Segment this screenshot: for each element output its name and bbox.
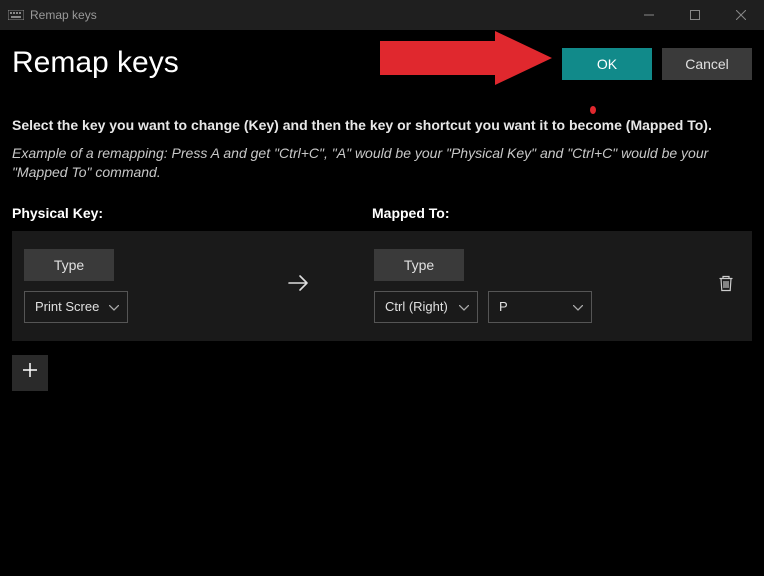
arrow-right-icon (288, 274, 310, 297)
chevron-down-icon (109, 299, 119, 314)
add-row-button[interactable] (12, 355, 48, 391)
app-icon (8, 9, 24, 21)
plus-icon (22, 362, 38, 383)
titlebar-title: Remap keys (30, 8, 97, 22)
titlebar-controls (626, 0, 764, 30)
mapping-row: Type Print Scree Type Ctrl (Right) (12, 231, 752, 341)
physical-key-select[interactable]: Print Scree (24, 291, 128, 323)
type-physical-button[interactable]: Type (24, 249, 114, 281)
mapped-key-select[interactable]: P (488, 291, 592, 323)
ok-button[interactable]: OK (562, 48, 652, 80)
physical-key-value: Print Scree (35, 299, 99, 314)
page-title: Remap keys (12, 40, 179, 80)
header-buttons: OK Cancel (562, 40, 752, 80)
mapped-to-column: Type Ctrl (Right) P (374, 249, 592, 323)
physical-key-column: Type Print Scree (24, 249, 224, 323)
type-mapped-button[interactable]: Type (374, 249, 464, 281)
cancel-button[interactable]: Cancel (662, 48, 752, 80)
column-headers: Physical Key: Mapped To: (12, 205, 752, 221)
chevron-down-icon (573, 299, 583, 314)
delete-row-button[interactable] (718, 274, 734, 297)
maximize-button[interactable] (672, 0, 718, 30)
mapped-select-row: Ctrl (Right) P (374, 291, 592, 323)
arrow-column (224, 274, 374, 297)
titlebar-left: Remap keys (8, 8, 97, 22)
minimize-button[interactable] (626, 0, 672, 30)
content-area: Remap keys OK Cancel Select the key you … (0, 30, 764, 403)
instruction-text: Select the key you want to change (Key) … (12, 116, 752, 136)
mapped-modifier-select[interactable]: Ctrl (Right) (374, 291, 478, 323)
mapped-key-value: P (499, 299, 508, 314)
header-row: Remap keys OK Cancel (12, 40, 752, 100)
close-button[interactable] (718, 0, 764, 30)
titlebar: Remap keys (0, 0, 764, 30)
mapped-modifier-value: Ctrl (Right) (385, 299, 448, 314)
physical-key-header: Physical Key: (12, 205, 372, 221)
example-text: Example of a remapping: Press A and get … (12, 144, 752, 183)
chevron-down-icon (459, 299, 469, 314)
trash-icon (718, 279, 734, 296)
mapped-to-header: Mapped To: (372, 205, 450, 221)
